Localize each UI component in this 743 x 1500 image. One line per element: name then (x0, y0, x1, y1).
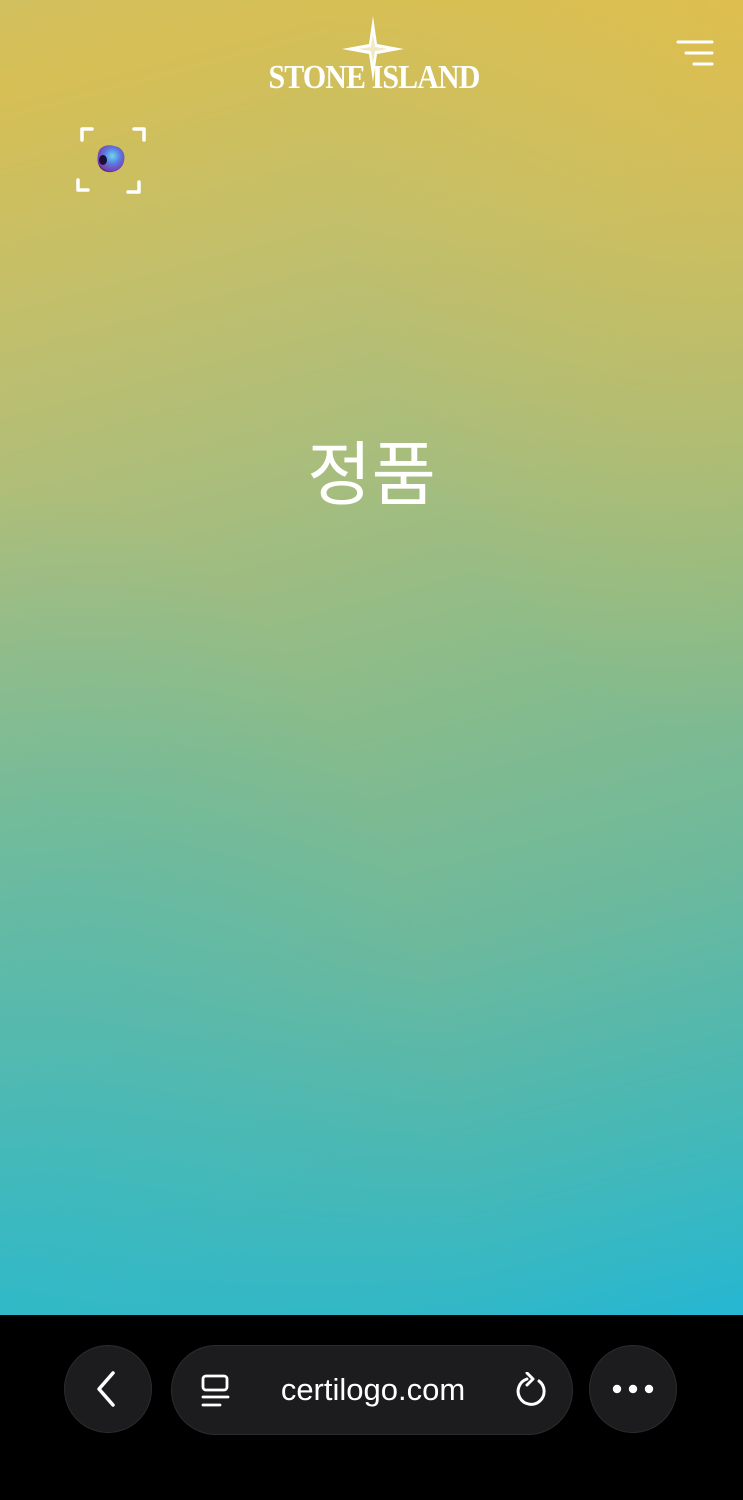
authenticity-status: 정품 (307, 434, 436, 516)
reload-icon[interactable] (512, 1372, 550, 1410)
brand-wordmark: STONE ISLAND (268, 59, 481, 96)
scan-frame-icon[interactable] (72, 124, 148, 198)
back-button[interactable] (64, 1345, 152, 1433)
page: STONE ISLAND 정품 certilogo.com (0, 0, 743, 1500)
more-options-button[interactable] (589, 1345, 677, 1433)
stone-island-logo[interactable]: STONE ISLAND (254, 14, 494, 100)
browser-toolbar: certilogo.com (0, 1315, 743, 1500)
address-bar[interactable]: certilogo.com (171, 1345, 573, 1435)
more-dots-icon (612, 1384, 654, 1394)
authentication-result-screen: STONE ISLAND 정품 (0, 0, 743, 1315)
chevron-left-icon (97, 1371, 115, 1407)
url-text[interactable]: certilogo.com (254, 1346, 492, 1434)
reader-mode-icon[interactable] (200, 1374, 232, 1410)
menu-lines-icon[interactable] (672, 36, 718, 72)
